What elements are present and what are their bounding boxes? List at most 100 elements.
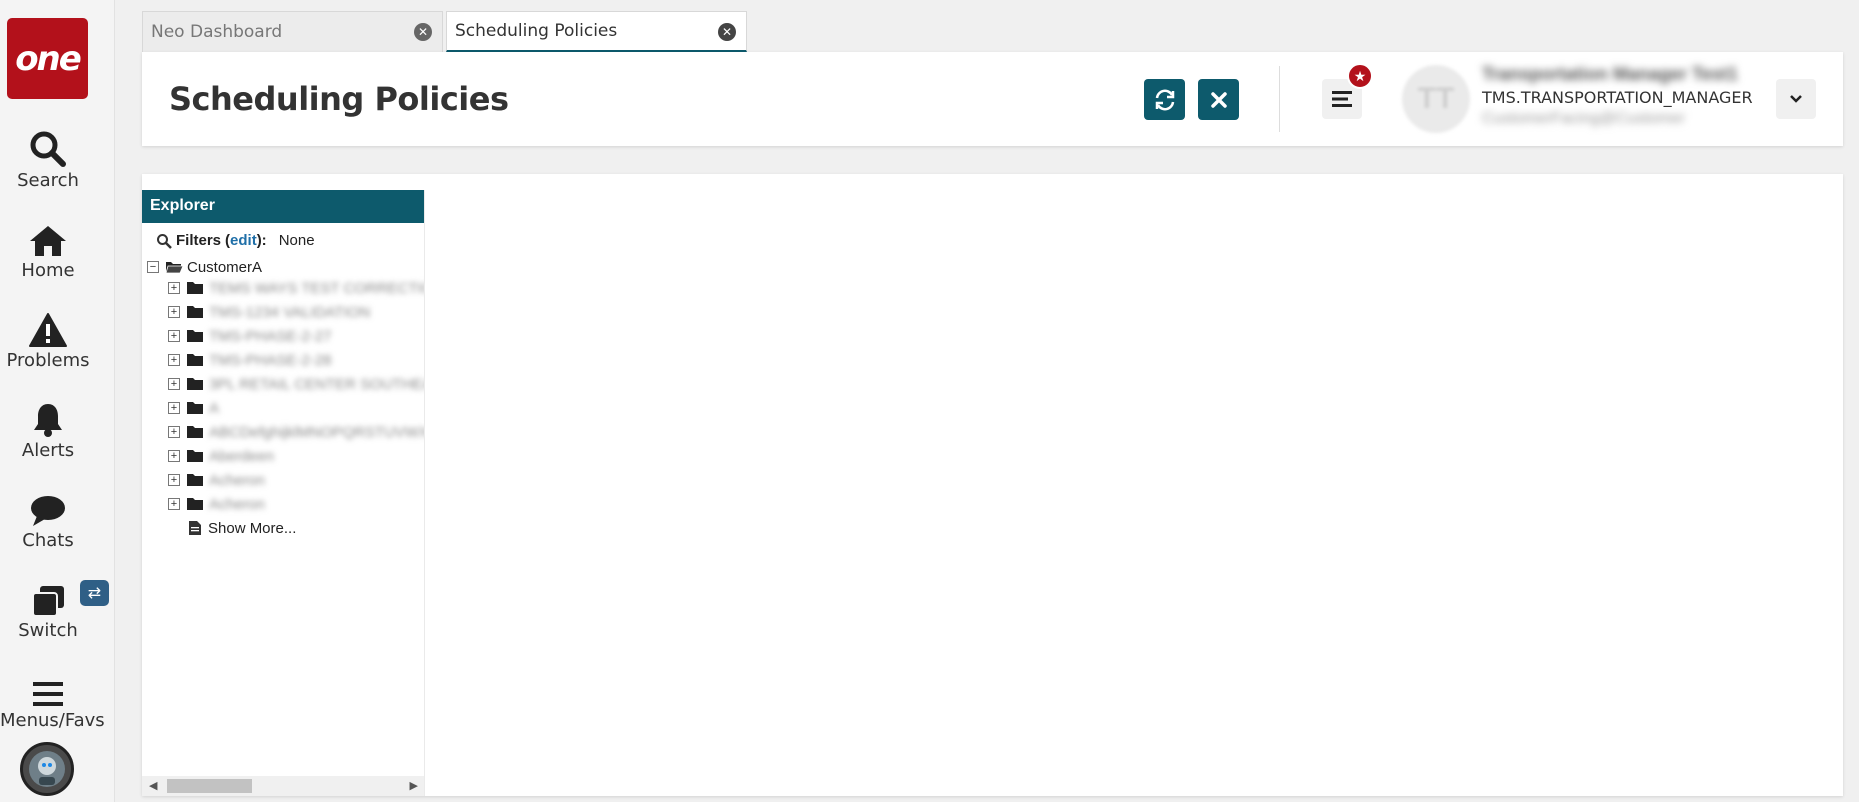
tree-item-label: TMS-PHASE-2-27 bbox=[209, 327, 332, 345]
tree-item-label: ABCDefghijklMNOPQRSTUVWX bbox=[209, 423, 425, 441]
star-badge-icon: ★ bbox=[1347, 63, 1373, 89]
folder-icon bbox=[187, 330, 203, 342]
expand-icon[interactable]: + bbox=[168, 306, 180, 318]
one-logo[interactable]: one bbox=[7, 18, 88, 99]
close-icon bbox=[1210, 91, 1227, 108]
tree-root[interactable]: − CustomerA bbox=[147, 256, 262, 278]
nav-menus-favs[interactable]: Menus/Favs bbox=[0, 666, 105, 731]
expand-icon[interactable]: + bbox=[168, 378, 180, 390]
chevron-down-icon bbox=[1790, 95, 1802, 103]
close-tab-icon[interactable]: ✕ bbox=[414, 23, 432, 41]
search-icon bbox=[157, 233, 172, 249]
nav-home-label: Home bbox=[21, 260, 75, 281]
user-email: CustomerFacing@Customer bbox=[1482, 110, 1685, 127]
chat-bubble-icon bbox=[0, 486, 96, 528]
folder-icon bbox=[187, 426, 203, 438]
tab-label: Scheduling Policies bbox=[455, 21, 618, 41]
tree-item-label: 3PL RETAIL CENTER SOUTHEAST bbox=[209, 375, 424, 393]
tree-item[interactable]: + TMS-1234 VALIDATION bbox=[168, 301, 370, 323]
folder-icon bbox=[187, 354, 203, 366]
tree-item-label: TMS-PHASE-2-28 bbox=[209, 351, 332, 369]
folder-icon bbox=[187, 450, 203, 462]
collapse-icon[interactable]: − bbox=[147, 261, 159, 273]
header-divider bbox=[1279, 66, 1280, 132]
expand-icon[interactable]: + bbox=[168, 330, 180, 342]
expand-icon[interactable]: + bbox=[168, 474, 180, 486]
expand-icon[interactable]: + bbox=[168, 426, 180, 438]
tree-item[interactable]: + Acheron bbox=[168, 493, 265, 515]
tree-item-label: Acheron bbox=[209, 471, 265, 489]
folder-icon bbox=[187, 306, 203, 318]
scrollbar-thumb[interactable] bbox=[167, 779, 252, 793]
show-more-item[interactable]: Show More... bbox=[188, 517, 296, 539]
switch-badge[interactable]: ⇄ bbox=[80, 580, 109, 606]
tree-item[interactable]: + ABCDefghijklMNOPQRSTUVWX bbox=[168, 421, 425, 443]
refresh-button[interactable] bbox=[1144, 79, 1185, 120]
assistant-avatar[interactable] bbox=[20, 742, 74, 796]
tree-item[interactable]: + TMS-PHASE-2-28 bbox=[168, 349, 332, 371]
expand-icon[interactable]: + bbox=[168, 498, 180, 510]
filters-value: None bbox=[278, 232, 315, 249]
expand-icon[interactable]: + bbox=[168, 282, 180, 294]
main-panel: Explorer Filters (edit): None − Customer… bbox=[142, 174, 1843, 796]
tree-item[interactable]: + TMS-PHASE-2-27 bbox=[168, 325, 332, 347]
tab-scheduling-policies[interactable]: Scheduling Policies ✕ bbox=[446, 11, 747, 52]
nav-search[interactable]: Search bbox=[0, 126, 96, 191]
left-navigation: one Search Home Problems Alerts Chats Sw… bbox=[0, 0, 115, 802]
tree-item-label: Acheron bbox=[209, 495, 265, 513]
filters-label: Filters bbox=[176, 232, 222, 249]
expand-icon[interactable]: + bbox=[168, 450, 180, 462]
scroll-right-icon[interactable]: ▶ bbox=[410, 779, 418, 792]
explorer-title: Explorer bbox=[142, 190, 424, 223]
page-header: Scheduling Policies ★ TT Transportation … bbox=[142, 52, 1843, 146]
hamburger-icon bbox=[0, 666, 96, 708]
folder-icon bbox=[187, 282, 203, 294]
tree-item-label: A bbox=[209, 399, 220, 417]
scroll-left-icon[interactable]: ◀ bbox=[149, 779, 157, 792]
search-icon bbox=[0, 126, 96, 168]
nav-search-label: Search bbox=[17, 170, 79, 191]
nav-switch-label: Switch bbox=[18, 620, 78, 641]
user-role: TMS.TRANSPORTATION_MANAGER bbox=[1482, 88, 1753, 107]
expand-icon[interactable]: + bbox=[168, 402, 180, 414]
folder-icon bbox=[187, 402, 203, 414]
nav-problems[interactable]: Problems bbox=[0, 306, 96, 371]
nav-alerts[interactable]: Alerts bbox=[0, 396, 96, 461]
document-icon bbox=[189, 521, 201, 535]
user-name: Transportation Manager Test1 bbox=[1482, 64, 1738, 84]
tree-item-label: TMS-1234 VALIDATION bbox=[209, 303, 371, 321]
robot-head-icon bbox=[29, 751, 65, 787]
close-tab-icon[interactable]: ✕ bbox=[718, 23, 736, 41]
expand-icon[interactable]: + bbox=[168, 354, 180, 366]
filters-edit-link[interactable]: edit bbox=[230, 232, 257, 249]
tree-item[interactable]: + Aberdeen bbox=[168, 445, 274, 467]
close-button[interactable] bbox=[1198, 79, 1239, 120]
nav-problems-label: Problems bbox=[6, 350, 90, 371]
folder-icon bbox=[187, 474, 203, 486]
folder-open-icon bbox=[165, 262, 183, 274]
tree-root-label: CustomerA bbox=[187, 258, 263, 276]
nav-chats[interactable]: Chats bbox=[0, 486, 96, 551]
horizontal-scrollbar[interactable]: ◀ ▶ bbox=[142, 776, 424, 796]
tree-item[interactable]: +3PL RETAIL CENTER SOUTHEAST bbox=[168, 373, 424, 395]
nav-menus-favs-label: Menus/Favs bbox=[0, 710, 105, 731]
tree-item[interactable]: + A bbox=[168, 397, 219, 419]
page-title: Scheduling Policies bbox=[169, 80, 509, 118]
nav-chats-label: Chats bbox=[22, 530, 74, 551]
refresh-icon bbox=[1155, 89, 1174, 110]
nav-alerts-label: Alerts bbox=[21, 440, 75, 461]
show-more-label: Show More... bbox=[208, 519, 297, 537]
tab-neo-dashboard[interactable]: Neo Dashboard ✕ bbox=[142, 11, 443, 52]
explorer-panel: Explorer Filters (edit): None − Customer… bbox=[142, 190, 425, 796]
tree-item-label: Aberdeen bbox=[209, 447, 275, 465]
tab-label: Neo Dashboard bbox=[151, 22, 283, 42]
warning-icon bbox=[0, 306, 96, 348]
tree-item[interactable]: + TEMS WAYS TEST CORRECTIONS bbox=[168, 277, 424, 299]
filters-row: Filters (edit): None bbox=[156, 232, 315, 249]
tree-item-label: TEMS WAYS TEST CORRECTIONS bbox=[209, 279, 424, 297]
home-icon bbox=[0, 216, 96, 258]
nav-home[interactable]: Home bbox=[0, 216, 96, 281]
user-avatar[interactable]: TT bbox=[1402, 65, 1470, 133]
tree-item[interactable]: + Acheron bbox=[168, 469, 265, 491]
user-dropdown-button[interactable] bbox=[1776, 79, 1816, 119]
